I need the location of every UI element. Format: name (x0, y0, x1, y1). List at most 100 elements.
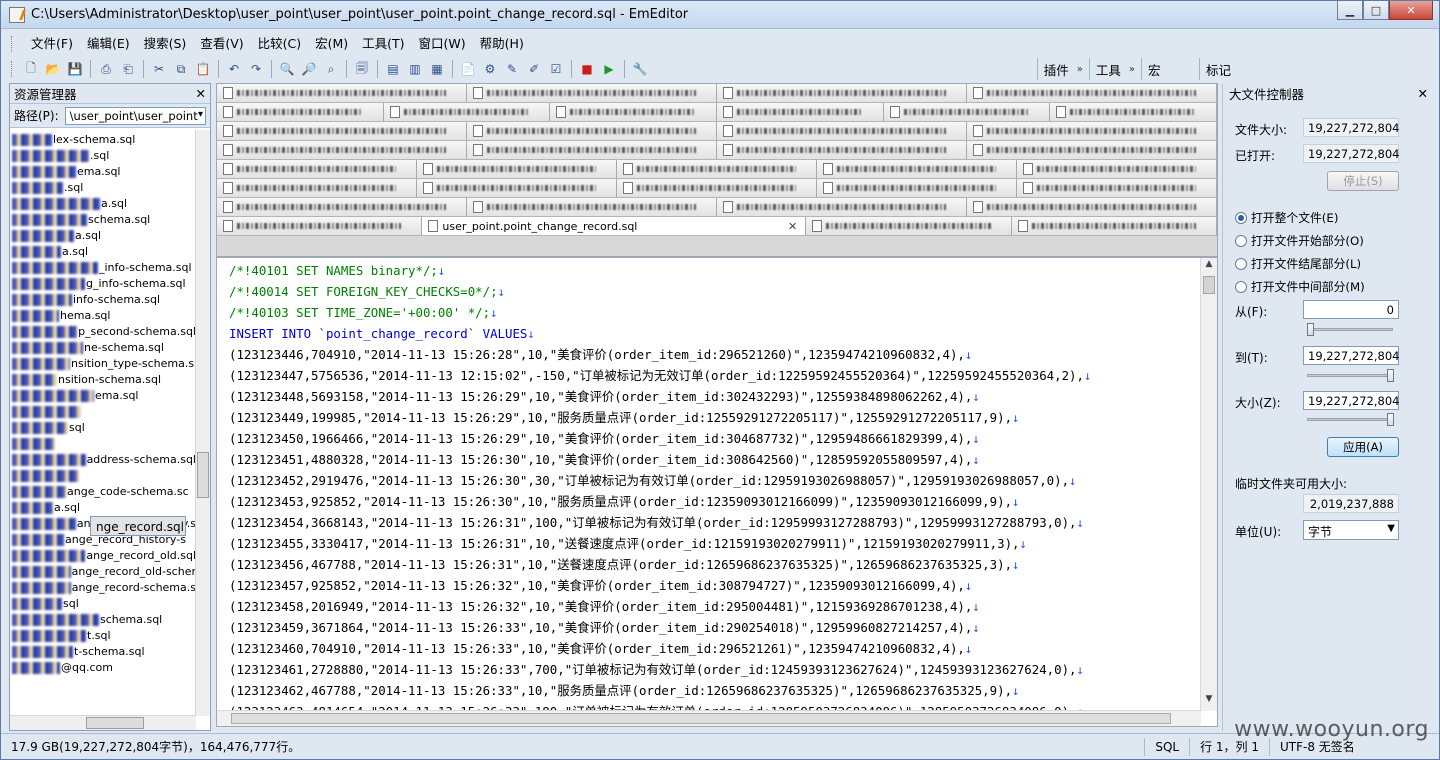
toolbar-tools[interactable]: 工具 » (1088, 58, 1141, 80)
code-line[interactable]: /*!40103 SET TIME_ZONE='+00:00' */;↓ (229, 302, 1204, 323)
redo-icon[interactable]: ↷ (246, 60, 266, 78)
file-list-item[interactable]: nsition-schema.sql (10, 372, 196, 388)
scroll-thumb[interactable] (1203, 276, 1215, 294)
run-macro-icon[interactable]: ▶ (599, 60, 619, 78)
file-list-item[interactable]: sql (10, 596, 196, 612)
document-tab[interactable] (967, 84, 1217, 102)
document-tab[interactable] (806, 217, 1012, 235)
file-list-item[interactable]: a.sql (10, 244, 196, 260)
code-line[interactable]: (123123460,704910,"2014-11-13 15:26:33",… (229, 638, 1204, 659)
document-tab[interactable] (383, 103, 551, 121)
file-list-item[interactable]: nge_record.sql (90, 516, 186, 536)
file-list-item[interactable]: ne-schema.sql (10, 340, 196, 356)
file-list-item[interactable]: @qq.com (10, 660, 196, 676)
file-list-item[interactable]: a.sql (10, 228, 196, 244)
document-tab[interactable] (967, 122, 1217, 140)
code-line[interactable]: (123123458,2016949,"2014-11-13 15:26:32"… (229, 596, 1204, 617)
cut-icon[interactable]: ✂ (149, 60, 169, 78)
code-line[interactable]: (123123462,467788,"2014-11-13 15:26:33",… (229, 680, 1204, 701)
file-list-item[interactable] (10, 404, 196, 420)
file-list-item[interactable]: ema.sql (10, 164, 196, 180)
to-input[interactable]: 19,227,272,804 (1303, 346, 1399, 365)
code-line[interactable]: INSERT INTO `point_change_record` VALUES… (229, 323, 1204, 344)
document-tab[interactable] (467, 141, 717, 159)
toolbar-macros[interactable]: 宏 (1141, 58, 1199, 80)
code-line[interactable]: /*!40101 SET NAMES binary*/;↓ (229, 260, 1204, 281)
close-icon[interactable]: ✕ (1418, 86, 1428, 101)
document-tab[interactable] (817, 179, 1017, 197)
file-list-item[interactable] (10, 468, 196, 484)
file-list-item[interactable]: info-schema.sql (10, 292, 196, 308)
stop-button[interactable]: 停止(S) (1327, 171, 1399, 191)
close-button[interactable]: ✕ (1389, 1, 1433, 20)
menu-compare[interactable]: 比较(C) (251, 33, 308, 55)
status-language[interactable]: SQL (1144, 737, 1189, 756)
file-list-item[interactable]: hema.sql (10, 308, 196, 324)
code-line[interactable]: (123123456,467788,"2014-11-13 15:26:31",… (229, 554, 1204, 575)
code-line[interactable]: (123123447,5756536,"2014-11-13 12:15:02"… (229, 365, 1204, 386)
code-line[interactable]: (123123455,3330417,"2014-11-13 15:26:31"… (229, 533, 1204, 554)
code-line[interactable]: (123123448,5693158,"2014-11-13 15:26:29"… (229, 386, 1204, 407)
marker-icon[interactable]: ✎ (502, 60, 522, 78)
slider-knob[interactable] (1387, 413, 1394, 426)
file-list-item[interactable]: t-schema.sql (10, 644, 196, 660)
file-list-item[interactable]: a.sql (10, 196, 196, 212)
document-tab[interactable] (217, 160, 417, 178)
document-tab[interactable] (967, 141, 1217, 159)
scroll-thumb[interactable] (197, 452, 209, 498)
code-line[interactable]: (123123461,2728880,"2014-11-13 15:26:33"… (229, 659, 1204, 680)
menu-window[interactable]: 窗口(W) (412, 33, 473, 55)
file-list-item[interactable]: schema.sql (10, 612, 196, 628)
print-preview-icon[interactable]: ⎗ (118, 60, 138, 78)
menu-help[interactable]: 帮助(H) (473, 33, 531, 55)
file-list-item[interactable]: ema.sql (10, 388, 196, 404)
code-line[interactable]: (123123449,199985,"2014-11-13 15:26:29",… (229, 407, 1204, 428)
file-list-item[interactable]: .sql (10, 180, 196, 196)
size-slider[interactable] (1307, 413, 1394, 426)
document-tab[interactable] (817, 160, 1017, 178)
slider-knob[interactable] (1307, 323, 1314, 336)
size-input[interactable]: 19,227,272,804 (1303, 391, 1399, 410)
highlight-icon[interactable]: ✐ (524, 60, 544, 78)
close-icon[interactable]: ✕ (196, 86, 206, 101)
new-file-icon[interactable]: 🗋 (21, 60, 41, 78)
document-tab[interactable] (217, 103, 384, 121)
code-line[interactable]: (123123459,3671864,"2014-11-13 15:26:33"… (229, 617, 1204, 638)
file-list-item[interactable]: ange_record_old.sql (10, 548, 196, 564)
window-layout-icon[interactable]: ▦ (427, 60, 447, 78)
plugin-tool-icon[interactable]: 🔧 (630, 60, 650, 78)
apply-button[interactable]: 应用(A) (1327, 437, 1399, 457)
code-line[interactable]: (123123457,925852,"2014-11-13 15:26:32",… (229, 575, 1204, 596)
replace-icon[interactable]: ⌕ (321, 60, 341, 78)
document-tab[interactable] (967, 198, 1217, 216)
radio-open-whole-file[interactable]: 打开整个文件(E) (1235, 209, 1338, 226)
menu-search[interactable]: 搜索(S) (137, 33, 194, 55)
code-line[interactable]: (123123451,4880328,"2014-11-13 15:26:30"… (229, 449, 1204, 470)
code-line[interactable]: (123123453,925852,"2014-11-13 15:26:30",… (229, 491, 1204, 512)
scroll-down-icon[interactable]: ▼ (1201, 694, 1217, 710)
scroll-thumb[interactable] (231, 713, 1171, 724)
configuration-icon[interactable]: ⚙ (480, 60, 500, 78)
code-line[interactable]: (123123446,704910,"2014-11-13 15:26:28",… (229, 344, 1204, 365)
radio-open-middle[interactable]: 打开文件中间部分(M) (1235, 278, 1365, 295)
radio-open-end[interactable]: 打开文件结尾部分(L) (1235, 255, 1361, 272)
from-slider[interactable] (1307, 323, 1393, 336)
document-tab[interactable] (417, 160, 617, 178)
file-list-item[interactable]: ange_code-schema.sc (10, 484, 196, 500)
file-list-item[interactable]: .sql (10, 148, 196, 164)
code-line[interactable]: (123123450,1966466,"2014-11-13 15:26:29"… (229, 428, 1204, 449)
minimize-button[interactable]: ▁ (1337, 1, 1363, 20)
split-window-icon[interactable]: ▥ (405, 60, 425, 78)
code-line[interactable]: (123123454,3668143,"2014-11-13 15:26:31"… (229, 512, 1204, 533)
menu-grip[interactable] (11, 36, 14, 52)
document-tab[interactable] (217, 122, 467, 140)
editor-vertical-scrollbar[interactable]: ▲ ▼ (1200, 258, 1217, 711)
file-list-item[interactable]: g_info-schema.sql (10, 276, 196, 292)
toolbar-bookmarks[interactable]: 标记 (1199, 58, 1431, 80)
document-tab[interactable] (417, 179, 617, 197)
file-list-item[interactable]: nsition_type-schema.s (10, 356, 196, 372)
menu-tools[interactable]: 工具(T) (355, 33, 411, 55)
undo-icon[interactable]: ↶ (224, 60, 244, 78)
file-list-item[interactable]: address-schema.sql (10, 452, 196, 468)
paste-icon[interactable]: 📋 (193, 60, 213, 78)
